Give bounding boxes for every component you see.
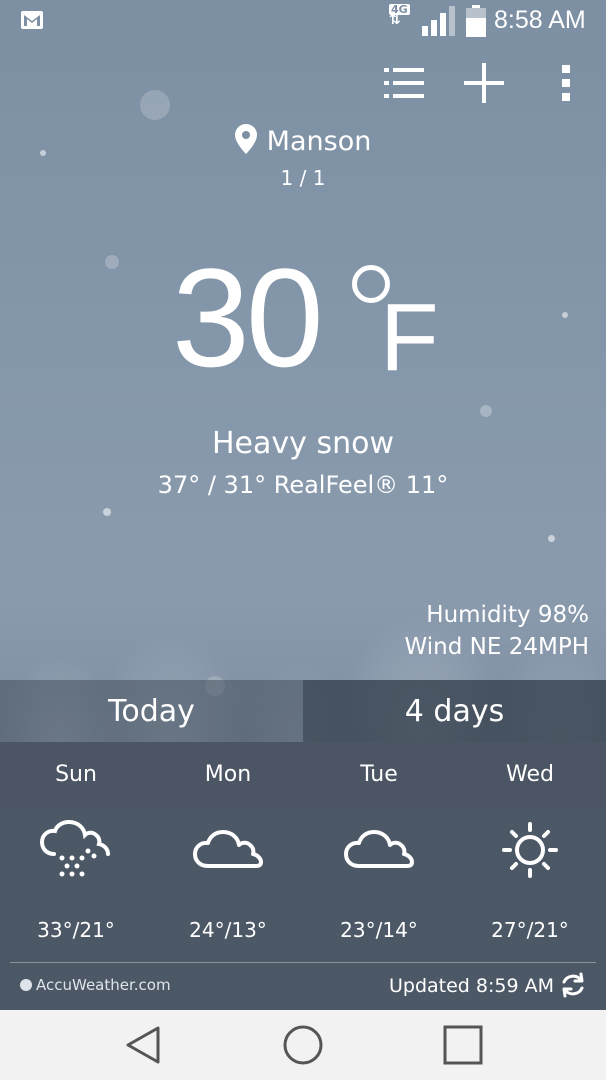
forecast-day-label: Mon (204, 762, 252, 787)
cloud-icon (193, 830, 263, 868)
hi-lo-realfeel: 37° / 31° RealFeel® 11° (157, 471, 449, 499)
forecast-panel: Sun 33°/21° Mon 24°/13° Tue 23°/14° Wed (0, 742, 606, 1010)
home-icon[interactable] (280, 1022, 326, 1068)
network-type-indicator: 4G ⇅ (389, 4, 410, 28)
list-icon[interactable] (382, 62, 426, 104)
forecast-temp: 23°/14° (340, 918, 418, 942)
last-updated: Updated 8:59 AM (388, 975, 554, 997)
sun-icon (502, 822, 558, 878)
refresh-icon[interactable] (560, 972, 586, 998)
snowflake (105, 255, 119, 269)
tab-today[interactable]: Today (0, 680, 303, 742)
cloud-icon (344, 830, 414, 868)
snow-cloud-icon (39, 820, 110, 877)
footer-divider (10, 962, 596, 963)
data-arrows-icon: ⇅ (389, 12, 401, 28)
snowflake (480, 405, 492, 417)
accuweather-link[interactable]: AccuWeather.com (20, 976, 171, 994)
forecast-temp: 24°/13° (189, 918, 267, 942)
add-icon[interactable] (462, 62, 506, 104)
forecast-day-label: Wed (506, 762, 554, 787)
battery-icon (466, 5, 486, 37)
brand-label: AccuWeather.com (36, 976, 171, 994)
humidity: Humidity 98% (426, 602, 589, 628)
snowflake (562, 312, 568, 318)
forecast-day-label: Sun (55, 762, 97, 787)
signal-strength-icon (422, 6, 455, 36)
status-bar: 4G ⇅ 8:58 AM (0, 0, 606, 44)
forecast-day-label: Tue (360, 762, 398, 787)
recents-icon[interactable] (440, 1022, 486, 1068)
snowflake (103, 508, 111, 516)
snowflake (548, 535, 555, 542)
more-vert-icon[interactable] (556, 62, 576, 104)
forecast-tabs: Today 4 days (0, 680, 606, 742)
snowflake (140, 90, 170, 120)
weather-condition: Heavy snow (212, 426, 394, 461)
temperature-unit: F (380, 284, 439, 391)
current-temperature: 30 (172, 239, 324, 396)
tab-4-days[interactable]: 4 days (303, 680, 606, 742)
page-indicator: 1 / 1 (280, 166, 326, 190)
back-icon[interactable] (120, 1022, 166, 1068)
gmail-notification-icon (21, 11, 43, 29)
location-name: Manson (266, 126, 372, 157)
accuweather-logo-icon (20, 979, 32, 991)
location-pin-icon (234, 124, 257, 154)
status-time: 8:58 AM (494, 6, 586, 34)
forecast-temp: 33°/21° (37, 918, 115, 942)
wind: Wind NE 24MPH (404, 634, 589, 660)
location-header[interactable]: Manson (0, 124, 606, 157)
forecast-temp: 27°/21° (491, 918, 569, 942)
system-nav-bar (0, 1010, 606, 1080)
